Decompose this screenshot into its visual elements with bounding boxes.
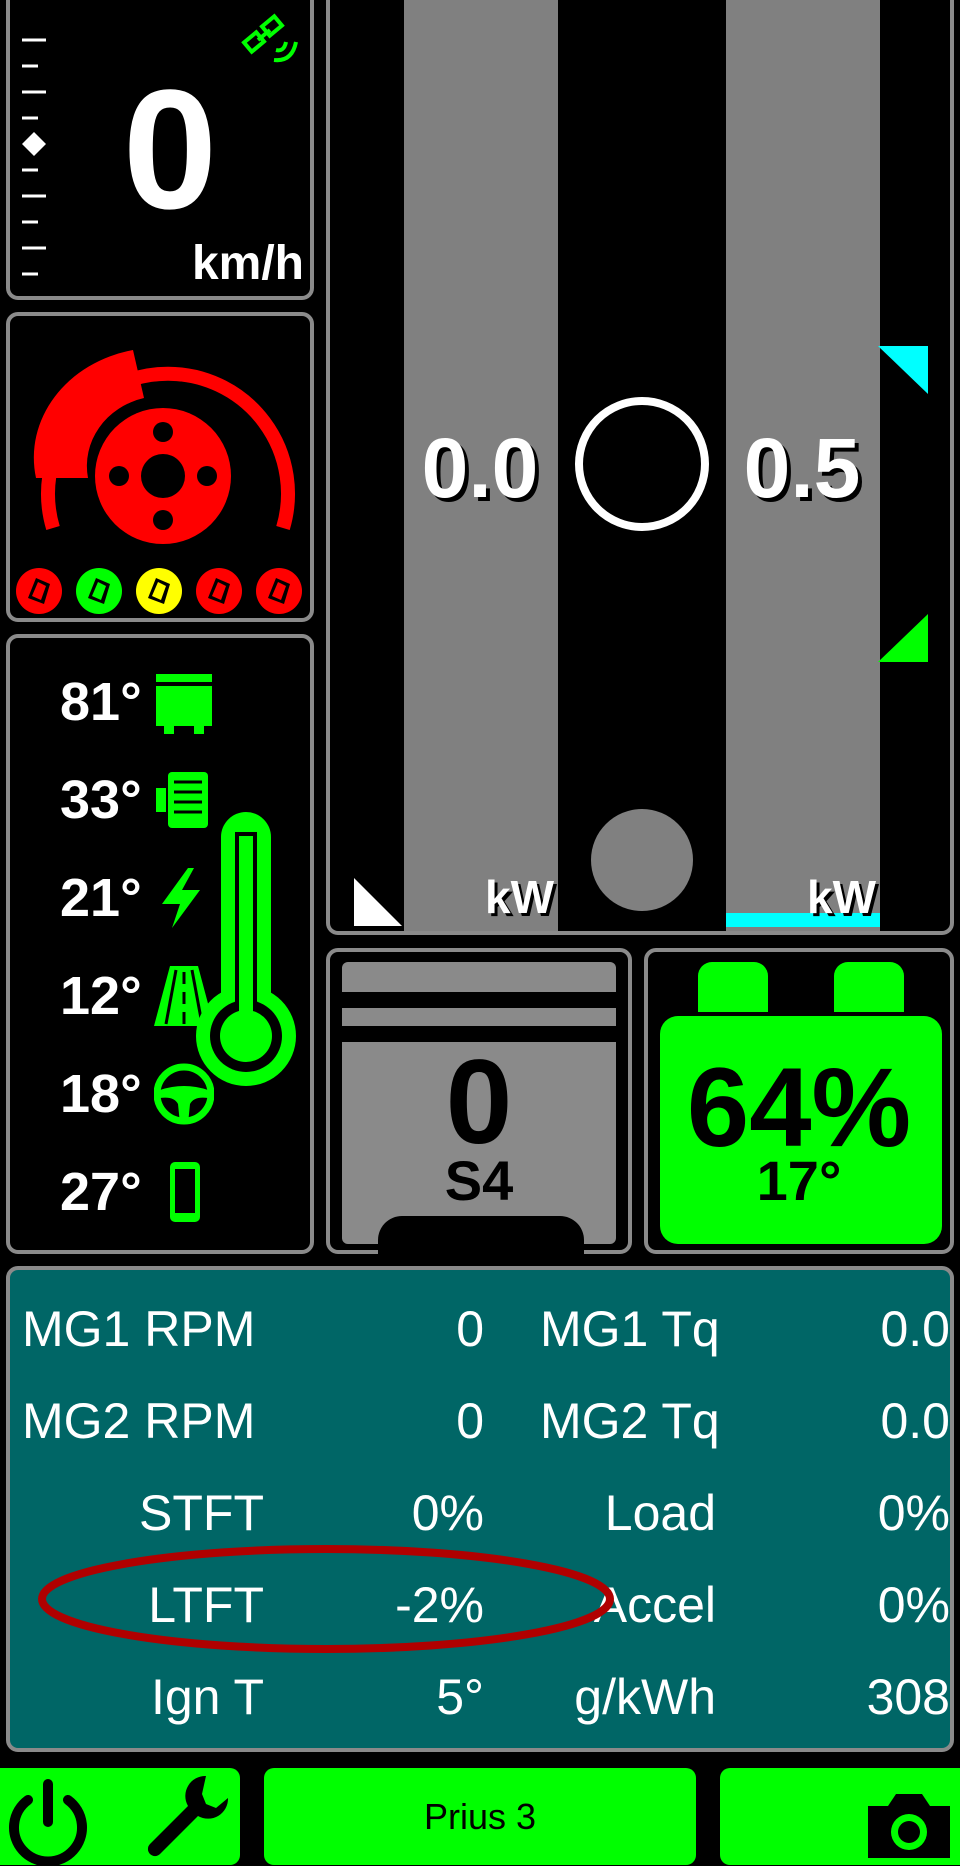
ready-circle-icon bbox=[575, 397, 709, 531]
camera-icon[interactable] bbox=[862, 1782, 956, 1862]
stat-label: MG1 Tq bbox=[540, 1301, 720, 1357]
gear-panel: 0 S4 bbox=[326, 948, 632, 1256]
stat-value: 308 bbox=[866, 1669, 950, 1725]
stat-value: 0 bbox=[456, 1301, 484, 1357]
brake-pad-icon bbox=[256, 568, 302, 614]
temperature-value: 18° bbox=[60, 1064, 142, 1124]
stat-label: MG2 RPM bbox=[22, 1393, 256, 1449]
speed-panel: 0 km/h bbox=[6, 0, 314, 300]
brake-pad-icon bbox=[136, 568, 182, 614]
brake-pad-icon bbox=[196, 568, 242, 614]
stat-value: 0% bbox=[877, 1577, 950, 1633]
battery-temp: 17° bbox=[756, 1149, 842, 1212]
camera-button[interactable] bbox=[720, 1768, 960, 1865]
temperature-panel: 81° 33° 21° 12° 18° 27° bbox=[6, 634, 314, 1254]
speed-scale bbox=[22, 38, 46, 276]
stat-label: Ign T bbox=[150, 1669, 264, 1725]
stat-value: 0% bbox=[411, 1485, 484, 1541]
gear-mode: S4 bbox=[444, 1149, 514, 1212]
stat-value: 0% bbox=[877, 1485, 950, 1541]
stats-panel: MG1 RPM 0 MG1 Tq 0.0 MG2 RPM 0 MG2 Tq 0.0 STFT 0%… bbox=[6, 1266, 954, 1752]
temperature-value: 81° bbox=[60, 672, 142, 732]
satellite-icon bbox=[241, 13, 298, 63]
temperature-value: 12° bbox=[60, 966, 142, 1026]
stat-value: 0 bbox=[456, 1393, 484, 1449]
brake-pad-icon bbox=[76, 568, 122, 614]
temperature-row: 81° bbox=[60, 662, 220, 742]
battery-terminal-left bbox=[698, 962, 768, 1012]
profile-label: Prius 3 bbox=[423, 1795, 537, 1837]
stat-label: g/kWh bbox=[574, 1669, 716, 1725]
brake-pads-row bbox=[10, 566, 310, 616]
right-power-value: 0.5 bbox=[743, 421, 861, 515]
stat-value: 0.0 bbox=[880, 1301, 950, 1357]
right-power-unit: kW bbox=[807, 871, 876, 923]
temperature-value: 21° bbox=[60, 868, 142, 928]
left-power-unit: kW bbox=[485, 871, 554, 923]
stat-value: 5° bbox=[436, 1669, 484, 1725]
power-panel: 0.0 0.5 kW kW bbox=[326, 0, 954, 935]
speed-unit: km/h bbox=[191, 237, 304, 290]
engine-icon bbox=[156, 674, 212, 734]
brake-panel bbox=[6, 312, 314, 622]
battery-panel: 64% 17° bbox=[644, 948, 954, 1254]
temperature-row: 27° bbox=[60, 1152, 220, 1232]
stat-label: Load bbox=[604, 1485, 716, 1541]
phone-icon bbox=[170, 1162, 200, 1222]
thermometer-icon bbox=[196, 812, 296, 1086]
brake-disc-icon bbox=[33, 350, 295, 544]
temperature-value: 27° bbox=[60, 1162, 142, 1222]
gray-dot-icon bbox=[591, 809, 693, 911]
stat-value: 0.0 bbox=[880, 1393, 950, 1449]
highlight-ellipse bbox=[38, 1545, 614, 1653]
stat-label: MG2 Tq bbox=[540, 1393, 720, 1449]
profile-button[interactable]: Prius 3 bbox=[264, 1768, 696, 1865]
gear-stripe bbox=[342, 992, 616, 1008]
gear-foot bbox=[378, 1216, 584, 1256]
power-icon[interactable] bbox=[4, 1778, 92, 1866]
green-marker-icon bbox=[878, 614, 928, 662]
white-marker-icon bbox=[354, 878, 402, 926]
left-power-value: 0.0 bbox=[421, 421, 539, 515]
stat-label: MG1 RPM bbox=[22, 1301, 256, 1357]
speed-value: 0 bbox=[122, 55, 218, 245]
gear-value: 0 bbox=[445, 1035, 513, 1169]
stat-label: STFT bbox=[139, 1485, 264, 1541]
footer-bar: Prius 3 bbox=[0, 1768, 960, 1866]
temperature-value: 33° bbox=[60, 770, 142, 830]
brake-pad-icon bbox=[16, 568, 62, 614]
wrench-icon[interactable] bbox=[140, 1772, 232, 1864]
battery-terminal-right bbox=[834, 962, 904, 1012]
left-tool-button[interactable] bbox=[0, 1768, 240, 1866]
cyan-marker-icon bbox=[878, 346, 928, 394]
